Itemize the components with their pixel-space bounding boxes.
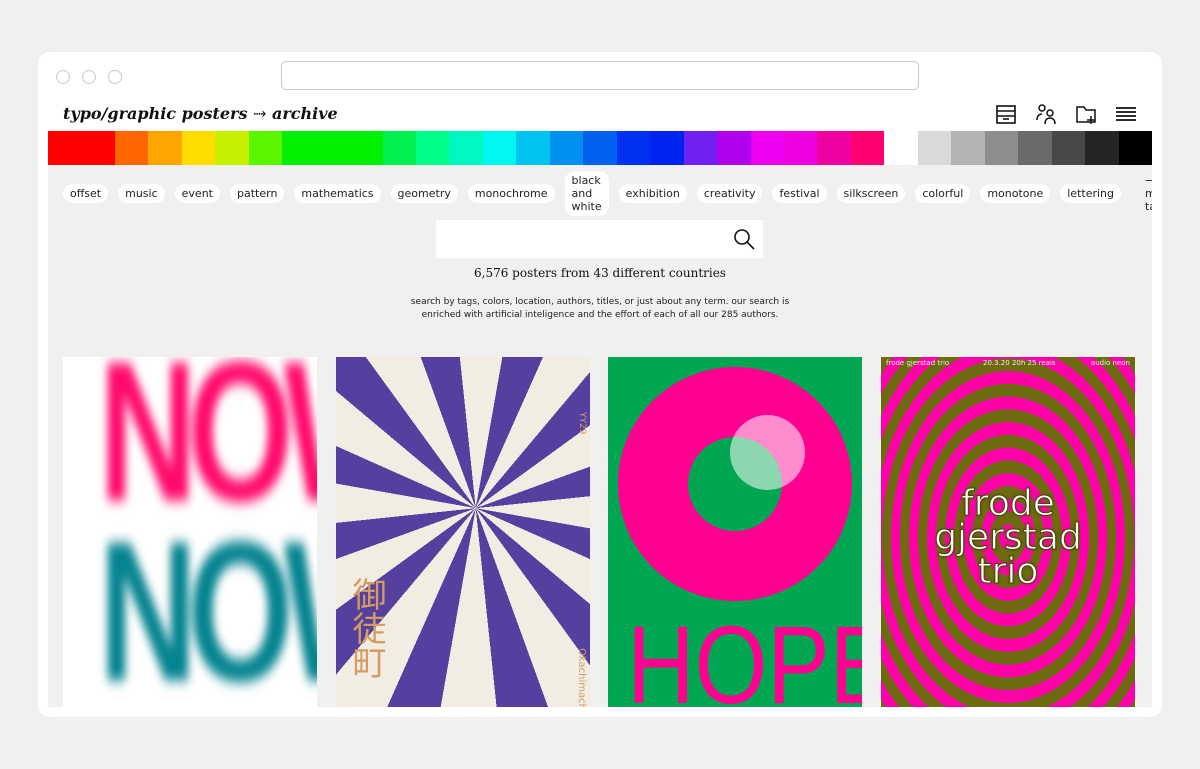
poster-side-text: YY29 xyxy=(577,412,587,435)
menu-icon[interactable] xyxy=(1114,102,1138,126)
tag-chip[interactable]: black and white xyxy=(564,171,609,216)
folder-add-icon[interactable] xyxy=(1074,102,1098,126)
poster-title-reflection: NOW xyxy=(98,500,317,707)
color-swatch[interactable] xyxy=(1085,131,1119,165)
color-swatch[interactable] xyxy=(884,131,918,165)
tag-chip[interactable]: exhibition xyxy=(618,184,687,203)
color-swatch[interactable] xyxy=(282,131,316,165)
poster-card[interactable]: frode gjerstad trio 20.3.20 20h 25 reais… xyxy=(881,357,1135,707)
color-swatch[interactable] xyxy=(984,131,1019,165)
poster-bottom-text: Okachimachi xyxy=(576,648,587,707)
tag-chip[interactable]: festival xyxy=(772,184,827,203)
color-swatch[interactable] xyxy=(114,131,149,165)
color-swatch[interactable] xyxy=(1051,131,1086,165)
archive-box-icon[interactable] xyxy=(994,102,1018,126)
color-swatch[interactable] xyxy=(951,131,985,165)
site-logo[interactable]: typo/graphic posters ⤑ archive xyxy=(63,104,338,123)
color-swatch[interactable] xyxy=(181,131,216,165)
window-close-button[interactable] xyxy=(56,70,70,84)
tag-chip[interactable]: monotone xyxy=(980,184,1051,203)
browser-window: typo/graphic posters ⤑ archive offset mus… xyxy=(38,52,1162,717)
color-swatch[interactable] xyxy=(917,131,952,165)
color-swatch[interactable] xyxy=(549,131,584,165)
tag-chip[interactable]: music xyxy=(118,184,165,203)
poster-card[interactable]: 御徒町 YY29 Okachimachi xyxy=(336,357,590,707)
tag-chip[interactable]: offset xyxy=(63,184,109,203)
color-swatch[interactable] xyxy=(148,131,182,165)
tag-chip[interactable]: creativity xyxy=(696,184,763,203)
color-swatch[interactable] xyxy=(215,131,249,165)
search-input[interactable] xyxy=(436,220,716,258)
poster-title: frode gjerstad trio xyxy=(934,483,1083,592)
color-swatch[interactable] xyxy=(349,131,383,165)
description-line: enriched with artificial inteligence and… xyxy=(421,310,779,320)
poster-date: 20.3.20 20h 25 reais xyxy=(983,359,1056,367)
color-swatch[interactable] xyxy=(48,131,82,165)
poster-title: HOPE xyxy=(627,604,862,707)
more-tags-link[interactable]: ⟶ more tags xyxy=(1145,174,1152,213)
color-swatch[interactable] xyxy=(683,131,718,165)
description-line: search by tags, colors, location, author… xyxy=(410,297,790,307)
window-maximize-button[interactable] xyxy=(108,70,122,84)
tag-chip[interactable]: event xyxy=(174,184,220,203)
color-swatch[interactable] xyxy=(583,131,617,165)
color-swatch[interactable] xyxy=(482,131,517,165)
tag-chip[interactable]: monochrome xyxy=(467,184,555,203)
color-swatch[interactable] xyxy=(616,131,651,165)
poster-artist: frode gjerstad trio xyxy=(886,359,950,367)
color-swatch[interactable] xyxy=(81,131,115,165)
color-swatch[interactable] xyxy=(1118,131,1152,165)
color-swatch[interactable] xyxy=(717,131,751,165)
color-filter-strip xyxy=(48,131,1152,165)
color-swatch[interactable] xyxy=(516,131,550,165)
tag-chip[interactable]: colorful xyxy=(915,184,971,203)
search-box xyxy=(436,220,763,258)
page: typo/graphic posters ⤑ archive offset mus… xyxy=(48,98,1152,707)
poster-count: 6,576 posters from 43 different countrie… xyxy=(474,266,726,280)
window-minimize-button[interactable] xyxy=(82,70,96,84)
color-swatch[interactable] xyxy=(415,131,450,165)
tag-list: offset music event pattern mathematics geomet… xyxy=(48,165,1152,216)
search-icon[interactable] xyxy=(733,228,755,250)
tag-chip[interactable]: geometry xyxy=(390,184,458,203)
color-swatch[interactable] xyxy=(650,131,684,165)
color-swatch[interactable] xyxy=(449,131,483,165)
poster-title: NOW xyxy=(98,357,317,544)
users-icon[interactable] xyxy=(1034,102,1058,126)
color-swatch[interactable] xyxy=(750,131,784,165)
color-swatch[interactable] xyxy=(248,131,283,165)
color-swatch[interactable] xyxy=(315,131,350,165)
search-description: search by tags, colors, location, author… xyxy=(48,296,1152,322)
color-swatch[interactable] xyxy=(1018,131,1052,165)
color-swatch[interactable] xyxy=(783,131,818,165)
address-bar[interactable] xyxy=(281,61,919,90)
color-swatch[interactable] xyxy=(382,131,416,165)
tag-chip[interactable]: pattern xyxy=(230,184,285,203)
poster-card[interactable]: HOPE xyxy=(608,357,862,707)
tag-chip[interactable]: silkscreen xyxy=(836,184,906,203)
color-swatch[interactable] xyxy=(850,131,885,165)
poster-title: 御徒町 xyxy=(346,577,386,679)
poster-venue: audio neon xyxy=(1090,359,1130,367)
tag-chip[interactable]: mathematics xyxy=(294,184,381,203)
color-swatch[interactable] xyxy=(817,131,851,165)
poster-card[interactable]: NOW NOW xyxy=(63,357,317,707)
tag-chip[interactable]: lettering xyxy=(1060,184,1121,203)
site-header: typo/graphic posters ⤑ archive xyxy=(48,98,1152,131)
